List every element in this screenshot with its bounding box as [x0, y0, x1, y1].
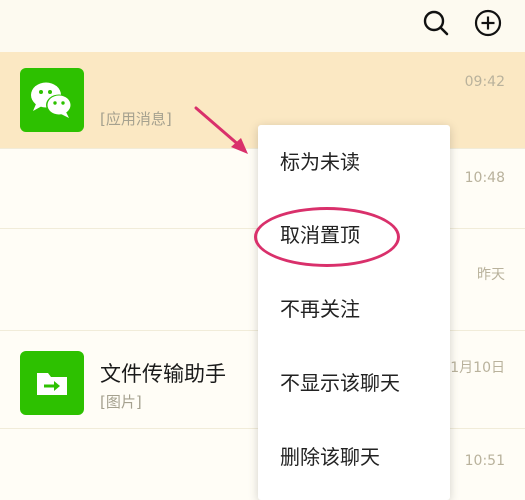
menu-item-unfollow[interactable]: 不再关注 [258, 279, 450, 339]
chat-time: 10:48 [464, 170, 505, 186]
menu-item-mark-unread[interactable]: 标为未读 [258, 132, 450, 192]
menu-item-delete-chat[interactable]: 删除该聊天 [258, 427, 450, 487]
file-transfer-icon [20, 351, 84, 415]
chat-time: 09:42 [464, 74, 505, 90]
menu-item-hide-chat[interactable]: 不显示该聊天 [258, 353, 450, 413]
chat-preview: [图片] [100, 393, 142, 411]
chat-name: 文件传输助手 [100, 362, 226, 386]
chat-preview: [应用消息] [100, 110, 172, 128]
chat-time: 10:51 [464, 453, 505, 469]
chat-time: 昨天 [477, 267, 505, 283]
annotation-arrow-icon [194, 106, 248, 154]
context-menu: 标为未读 取消置顶 不再关注 不显示该聊天 删除该聊天 [258, 125, 450, 500]
plus-circle-icon[interactable] [473, 8, 503, 38]
highlight-ellipse [254, 207, 400, 267]
chat-time: 11月10日 [441, 360, 505, 376]
search-icon[interactable] [421, 8, 451, 38]
top-bar [0, 0, 525, 52]
wechat-bubbles-icon [20, 68, 84, 132]
